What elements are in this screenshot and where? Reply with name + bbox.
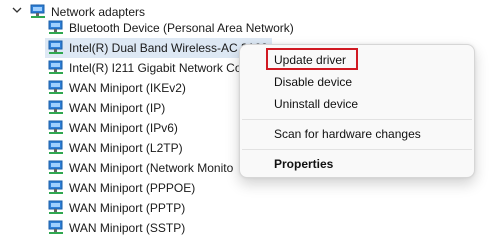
tree-device-row[interactable]: WAN Miniport (IKEv2) <box>48 78 190 98</box>
context-menu: Update driver Disable device Uninstall d… <box>239 44 475 178</box>
device-label: WAN Miniport (PPTP) <box>69 201 186 215</box>
network-adapter-icon <box>48 120 63 134</box>
network-adapter-icon <box>48 160 63 174</box>
menu-item-uninstall-device[interactable]: Uninstall device <box>240 93 474 115</box>
tree-device-row[interactable]: WAN Miniport (SSTP) <box>48 218 189 238</box>
tree-category-network-adapters[interactable]: Network adapters <box>0 0 300 20</box>
network-adapter-icon <box>48 180 63 194</box>
network-adapter-icon <box>30 4 45 18</box>
tree-device-row[interactable]: WAN Miniport (PPTP) <box>48 198 189 218</box>
highlight-box <box>266 48 358 70</box>
menu-separator <box>242 119 472 120</box>
device-label: WAN Miniport (IPv6) <box>69 121 178 135</box>
device-label: WAN Miniport (L2TP) <box>69 141 183 155</box>
network-adapter-icon <box>48 220 63 234</box>
tree-device-row[interactable]: WAN Miniport (Network Monito <box>48 158 237 178</box>
network-adapter-icon <box>48 200 63 214</box>
device-label: WAN Miniport (PPPOE) <box>69 181 196 195</box>
device-label: Bluetooth Device (Personal Area Network) <box>69 21 294 35</box>
device-label: Intel(R) I211 Gigabit Network Co <box>69 61 242 75</box>
network-adapter-icon <box>48 60 63 74</box>
menu-item-label: Disable device <box>274 75 353 89</box>
device-label: WAN Miniport (SSTP) <box>69 221 186 235</box>
menu-item-properties[interactable]: Properties <box>240 153 474 175</box>
menu-item-label: Uninstall device <box>274 97 359 111</box>
device-label: WAN Miniport (IP) <box>69 101 166 115</box>
tree-device-row[interactable]: WAN Miniport (IPv6) <box>48 118 182 138</box>
device-label: WAN Miniport (IKEv2) <box>69 81 186 95</box>
tree-device-row[interactable]: WAN Miniport (IP) <box>48 98 169 118</box>
chevron-down-icon[interactable] <box>11 4 23 16</box>
tree-device-row[interactable]: Intel(R) Dual Band Wireless-AC 3168 <box>45 38 272 58</box>
network-adapter-icon <box>48 100 63 114</box>
menu-item-label: Scan for hardware changes <box>274 127 421 141</box>
network-adapter-icon <box>48 140 63 154</box>
tree-device-row[interactable]: WAN Miniport (PPPOE) <box>48 178 199 198</box>
device-label: Intel(R) Dual Band Wireless-AC 3168 <box>69 41 268 55</box>
network-adapter-icon <box>48 80 63 94</box>
network-adapter-icon <box>48 20 63 34</box>
menu-separator <box>242 149 472 150</box>
tree-device-row[interactable]: Bluetooth Device (Personal Area Network) <box>48 18 298 38</box>
device-label: WAN Miniport (Network Monito <box>69 161 234 175</box>
network-adapter-icon <box>48 40 63 54</box>
tree-device-row[interactable]: Intel(R) I211 Gigabit Network Co <box>48 58 246 78</box>
tree-device-row[interactable]: WAN Miniport (L2TP) <box>48 138 187 158</box>
menu-item-label: Properties <box>274 157 334 171</box>
menu-item-scan-hardware[interactable]: Scan for hardware changes <box>240 123 474 145</box>
menu-item-disable-device[interactable]: Disable device <box>240 71 474 93</box>
